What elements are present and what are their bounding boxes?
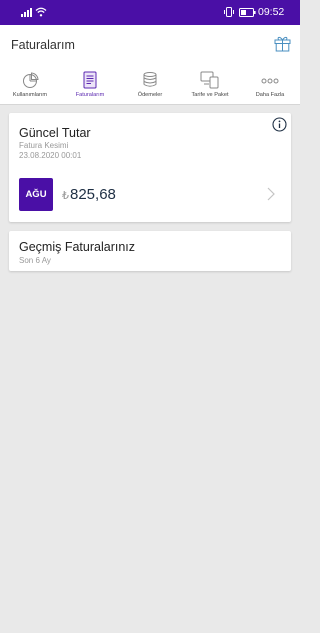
status-bar: 09:52	[0, 0, 300, 25]
chevron-right-icon[interactable]	[266, 187, 276, 201]
app-header: Faturalarım	[0, 25, 300, 65]
tab-kullanimlarim[interactable]: Kullanımlarım	[0, 65, 60, 105]
wifi-icon	[35, 7, 47, 17]
month-badge: AĞU	[19, 178, 53, 211]
battery-icon	[239, 8, 256, 17]
vibrate-icon	[224, 7, 234, 17]
more-dots-icon	[261, 78, 279, 84]
past-bills-title: Geçmiş Faturalarınız	[19, 240, 136, 254]
tab-label: Tarife ve Paket	[191, 92, 229, 98]
tab-daha-fazla[interactable]: Daha Fazla	[240, 65, 300, 105]
bill-amount: ₺825,68	[62, 186, 116, 203]
tab-odemeler[interactable]: Ödemeler	[120, 65, 180, 105]
tab-label: Ödemeler	[137, 92, 163, 98]
currency-symbol: ₺	[62, 190, 69, 202]
amount-value: 825,68	[70, 186, 116, 203]
pie-chart-icon	[23, 72, 39, 88]
page-title: Faturalarım	[11, 38, 75, 52]
tab-tarife-ve-paket[interactable]: Tarife ve Paket	[180, 65, 240, 105]
status-time: 09:52	[258, 6, 285, 18]
signal-icon	[21, 8, 32, 17]
current-bill-title: Güncel Tutar	[19, 126, 91, 140]
devices-icon	[200, 71, 219, 89]
gift-icon[interactable]	[274, 35, 291, 52]
past-bills-subtitle: Son 6 Ay	[19, 256, 51, 265]
tab-label: Daha Fazla	[255, 92, 285, 98]
tab-faturalarim[interactable]: Faturalarım	[60, 65, 120, 105]
invoice-icon	[83, 71, 97, 89]
past-bills-card[interactable]: Geçmiş Faturalarınız Son 6 Ay	[9, 231, 291, 271]
bill-cutoff-label: Fatura Kesimi	[19, 141, 69, 150]
tab-bar: Kullanımlarım Faturalarım Ödemeler Tarif…	[0, 65, 300, 105]
info-icon[interactable]	[272, 117, 287, 132]
bill-cutoff-date: 23.08.2020 00:01	[19, 151, 82, 160]
coins-icon	[143, 72, 157, 87]
tab-label: Kullanımlarım	[12, 92, 48, 98]
current-bill-card[interactable]: Güncel Tutar Fatura Kesimi 23.08.2020 00…	[9, 113, 291, 222]
tab-label: Faturalarım	[75, 92, 105, 98]
